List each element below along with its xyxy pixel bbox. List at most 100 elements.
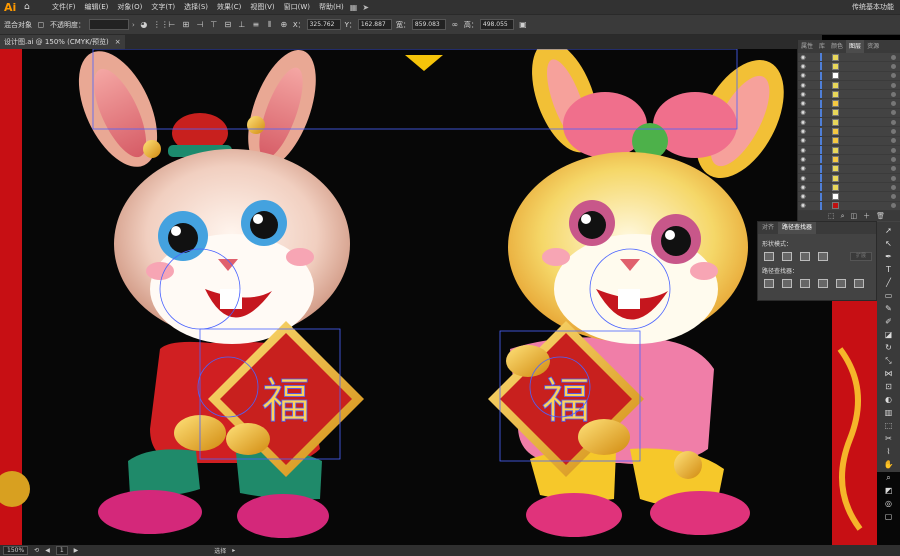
stroke-swatch-icon[interactable]: ◻ <box>36 20 46 30</box>
menu-object[interactable]: 对象(O) <box>117 2 142 12</box>
direct-selection-icon[interactable]: ↖ <box>883 239 894 249</box>
target-circle-icon[interactable] <box>891 175 896 181</box>
tab-pathfinder[interactable]: 路径查找器 <box>778 222 817 234</box>
target-circle-icon[interactable] <box>891 138 896 144</box>
minus-front-button[interactable] <box>782 252 792 261</box>
slice-tool-icon[interactable]: ✂ <box>883 434 894 444</box>
merge-button[interactable] <box>800 279 810 288</box>
target-circle-icon[interactable] <box>891 101 896 107</box>
trash-icon[interactable]: 🗑 <box>876 212 885 220</box>
distribute-icon[interactable]: ≡ <box>251 20 261 30</box>
target-circle-icon[interactable] <box>891 82 896 88</box>
workspace-switcher[interactable]: 传统基本功能 <box>852 2 894 12</box>
search-icon[interactable]: ⌕ <box>841 212 845 221</box>
send-icon[interactable]: ➤ <box>362 3 369 12</box>
layer-row[interactable]: ◉ <box>798 174 900 184</box>
outline-button[interactable] <box>836 279 846 288</box>
hand-tool-icon[interactable]: ✋ <box>883 460 894 470</box>
unite-button[interactable] <box>764 252 774 261</box>
expand-button[interactable]: 扩展 <box>850 252 872 261</box>
x-input[interactable]: 325.762 <box>306 19 341 30</box>
visibility-eye-icon[interactable]: ◉ <box>798 100 808 107</box>
shaper-tool-icon[interactable]: ✐ <box>883 317 894 327</box>
visibility-eye-icon[interactable]: ◉ <box>798 72 808 79</box>
menu-effect[interactable]: 效果(C) <box>217 2 241 12</box>
visibility-eye-icon[interactable]: ◉ <box>798 128 808 135</box>
layer-row[interactable]: ◉ <box>798 136 900 146</box>
graph-tool-icon[interactable]: ▥ <box>883 408 894 418</box>
target-circle-icon[interactable] <box>891 203 896 209</box>
type-tool-icon[interactable]: T <box>883 265 894 275</box>
visibility-eye-icon[interactable]: ◉ <box>798 156 808 163</box>
menu-edit[interactable]: 编辑(E) <box>85 2 109 12</box>
visibility-eye-icon[interactable]: ◉ <box>798 147 808 154</box>
artboard-tool-icon[interactable]: ⬚ <box>883 421 894 431</box>
target-circle-icon[interactable] <box>891 63 896 69</box>
draw-mode-icon[interactable]: ◎ <box>883 499 894 509</box>
exclude-button[interactable] <box>818 252 828 261</box>
layer-row[interactable]: ◉ <box>798 81 900 91</box>
target-circle-icon[interactable] <box>891 110 896 116</box>
tab-align[interactable]: 对齐 <box>758 222 778 234</box>
width-tool-icon[interactable]: ⋈ <box>883 369 894 379</box>
opacity-field[interactable] <box>89 19 129 30</box>
align-right-icon[interactable]: ⊣ <box>195 20 205 30</box>
tab-assets[interactable]: 资源 <box>864 40 882 53</box>
divide-button[interactable] <box>764 279 774 288</box>
link-icon[interactable]: ∞ <box>450 20 460 30</box>
layer-row[interactable]: ◉ <box>798 183 900 193</box>
target-circle-icon[interactable] <box>891 119 896 125</box>
rectangle-tool-icon[interactable]: ▭ <box>883 291 894 301</box>
visibility-eye-icon[interactable]: ◉ <box>798 82 808 89</box>
scale-tool-icon[interactable]: ⤡ <box>883 356 894 366</box>
visibility-eye-icon[interactable]: ◉ <box>798 91 808 98</box>
recolor-icon[interactable]: ◕ <box>139 20 149 30</box>
selection-tool-icon[interactable]: ➚ <box>883 226 894 236</box>
pen-tool-icon[interactable]: ✒ <box>883 252 894 262</box>
layer-row[interactable]: ◉ <box>798 108 900 119</box>
visibility-eye-icon[interactable]: ◉ <box>798 184 808 191</box>
trim-button[interactable] <box>782 279 792 288</box>
visibility-eye-icon[interactable]: ◉ <box>798 165 808 172</box>
transform-icon[interactable]: ▣ <box>518 20 528 30</box>
layer-row[interactable]: ◉ <box>798 146 900 156</box>
visibility-eye-icon[interactable]: ◉ <box>798 137 808 144</box>
clip-icon[interactable]: ◫ <box>851 212 858 220</box>
visibility-eye-icon[interactable]: ◉ <box>798 109 808 116</box>
arrange-docs-icon[interactable]: ▦ <box>350 3 358 12</box>
target-circle-icon[interactable] <box>891 194 896 200</box>
align-center-icon[interactable]: ⊞ <box>181 20 191 30</box>
crop-button[interactable] <box>818 279 828 288</box>
layer-row[interactable]: ◉ <box>798 99 900 109</box>
rotate-view-icon[interactable]: ⟲ <box>34 547 39 554</box>
grid-icon[interactable]: ⋮⋮ <box>153 20 169 30</box>
shape-builder-icon[interactable]: ◐ <box>883 395 894 405</box>
zoom-tool-icon[interactable]: ⌕ <box>883 473 894 483</box>
visibility-eye-icon[interactable]: ◉ <box>798 63 808 70</box>
menu-type[interactable]: 文字(T) <box>151 2 175 12</box>
height-input[interactable]: 498.055 <box>479 19 514 30</box>
visibility-eye-icon[interactable]: ◉ <box>798 175 808 182</box>
target-circle-icon[interactable] <box>891 166 896 172</box>
layer-row[interactable]: ◉ <box>798 201 900 212</box>
opacity-label[interactable]: 不透明度： <box>50 20 85 30</box>
home-icon[interactable]: ⌂ <box>24 2 38 12</box>
eyedropper-icon[interactable]: ⌇ <box>883 447 894 457</box>
layer-row[interactable]: ◉ <box>798 71 900 81</box>
close-icon[interactable]: × <box>115 35 121 49</box>
screen-mode-icon[interactable]: ▢ <box>883 512 894 522</box>
align-middle-icon[interactable]: ⊟ <box>223 20 233 30</box>
tab-libraries[interactable]: 库 <box>816 40 828 53</box>
tab-color[interactable]: 颜色 <box>828 40 846 53</box>
next-artboard-icon[interactable]: ▶ <box>74 547 79 554</box>
target-circle-icon[interactable] <box>891 54 896 60</box>
menu-select[interactable]: 选择(S) <box>184 2 208 12</box>
layer-row[interactable]: ◉ <box>798 62 900 72</box>
target-circle-icon[interactable] <box>891 73 896 79</box>
target-circle-icon[interactable] <box>891 129 896 135</box>
visibility-eye-icon[interactable]: ◉ <box>798 54 808 61</box>
chevron-right-icon[interactable]: › <box>132 21 135 29</box>
width-input[interactable]: 859.083 <box>411 19 446 30</box>
rotate-tool-icon[interactable]: ↻ <box>883 343 894 353</box>
target-circle-icon[interactable] <box>891 147 896 153</box>
